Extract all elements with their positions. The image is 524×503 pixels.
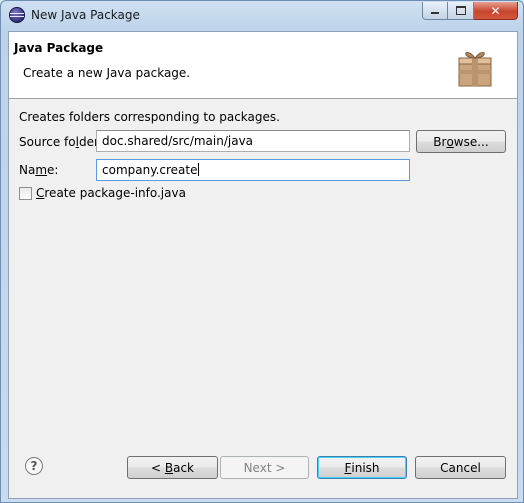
- source-folder-input[interactable]: doc.shared/src/main/java: [96, 130, 410, 152]
- minimize-button[interactable]: [422, 2, 448, 20]
- name-label-mnemonic: m: [35, 163, 48, 177]
- source-folder-value: doc.shared/src/main/java: [102, 134, 254, 148]
- finish-label-post: inish: [351, 460, 380, 475]
- package-info-label: Create package-info.java: [36, 186, 186, 200]
- back-label-pre: <: [150, 460, 165, 475]
- form-intro: Creates folders corresponding to package…: [19, 110, 280, 124]
- eclipse-icon: [9, 7, 25, 23]
- cancel-label: Cancel: [440, 460, 481, 475]
- name-label-post: e:: [47, 163, 59, 177]
- window-title: New Java Package: [31, 8, 140, 22]
- browse-button[interactable]: Br o wse...: [416, 130, 506, 153]
- wizard-banner: Java Package Create a new Java package.: [9, 32, 517, 99]
- cancel-button[interactable]: Cancel: [415, 456, 506, 479]
- package-icon: [458, 52, 492, 87]
- maximize-button[interactable]: [448, 2, 474, 20]
- next-button[interactable]: Next >: [220, 456, 309, 479]
- package-name-input[interactable]: company.create: [96, 159, 410, 181]
- back-label-post: ack: [173, 460, 194, 475]
- finish-label-mnemonic: F: [344, 460, 352, 475]
- close-icon: ✕: [490, 3, 501, 18]
- browse-label-post: wse...: [453, 134, 489, 149]
- close-button[interactable]: ✕: [474, 2, 518, 20]
- name-label-pre: Na: [19, 163, 36, 177]
- name-label: Name:: [19, 163, 58, 177]
- text-caret: [197, 163, 199, 176]
- browse-label-mnemonic: o: [446, 134, 454, 149]
- source-folder-label-pre: Source fo: [19, 135, 76, 149]
- banner-description: Create a new Java package.: [23, 66, 191, 80]
- dialog-body: Java Package Create a new Java package. …: [8, 31, 518, 499]
- banner-title: Java Package: [14, 41, 104, 55]
- package-info-option[interactable]: Create package-info.java: [19, 186, 186, 200]
- package-name-value: company.create: [102, 163, 198, 177]
- back-button[interactable]: < Back: [127, 456, 218, 479]
- title-bar[interactable]: New Java Package ✕: [1, 1, 523, 31]
- browse-label-pre: Br: [433, 134, 447, 149]
- help-icon[interactable]: ?: [25, 457, 43, 475]
- finish-button[interactable]: Finish: [317, 456, 407, 479]
- window-controls: ✕: [422, 2, 518, 20]
- source-folder-label: Source folder:: [19, 135, 103, 149]
- back-label-mnemonic: B: [164, 460, 174, 475]
- package-info-checkbox[interactable]: [19, 186, 32, 200]
- maximize-icon: [455, 6, 466, 15]
- dialog-window: New Java Package ✕ Java Package Create a…: [0, 0, 524, 503]
- next-label: Next >: [243, 460, 286, 475]
- minimize-icon: [431, 12, 439, 14]
- package-info-label-post: reate package-info.java: [44, 186, 186, 200]
